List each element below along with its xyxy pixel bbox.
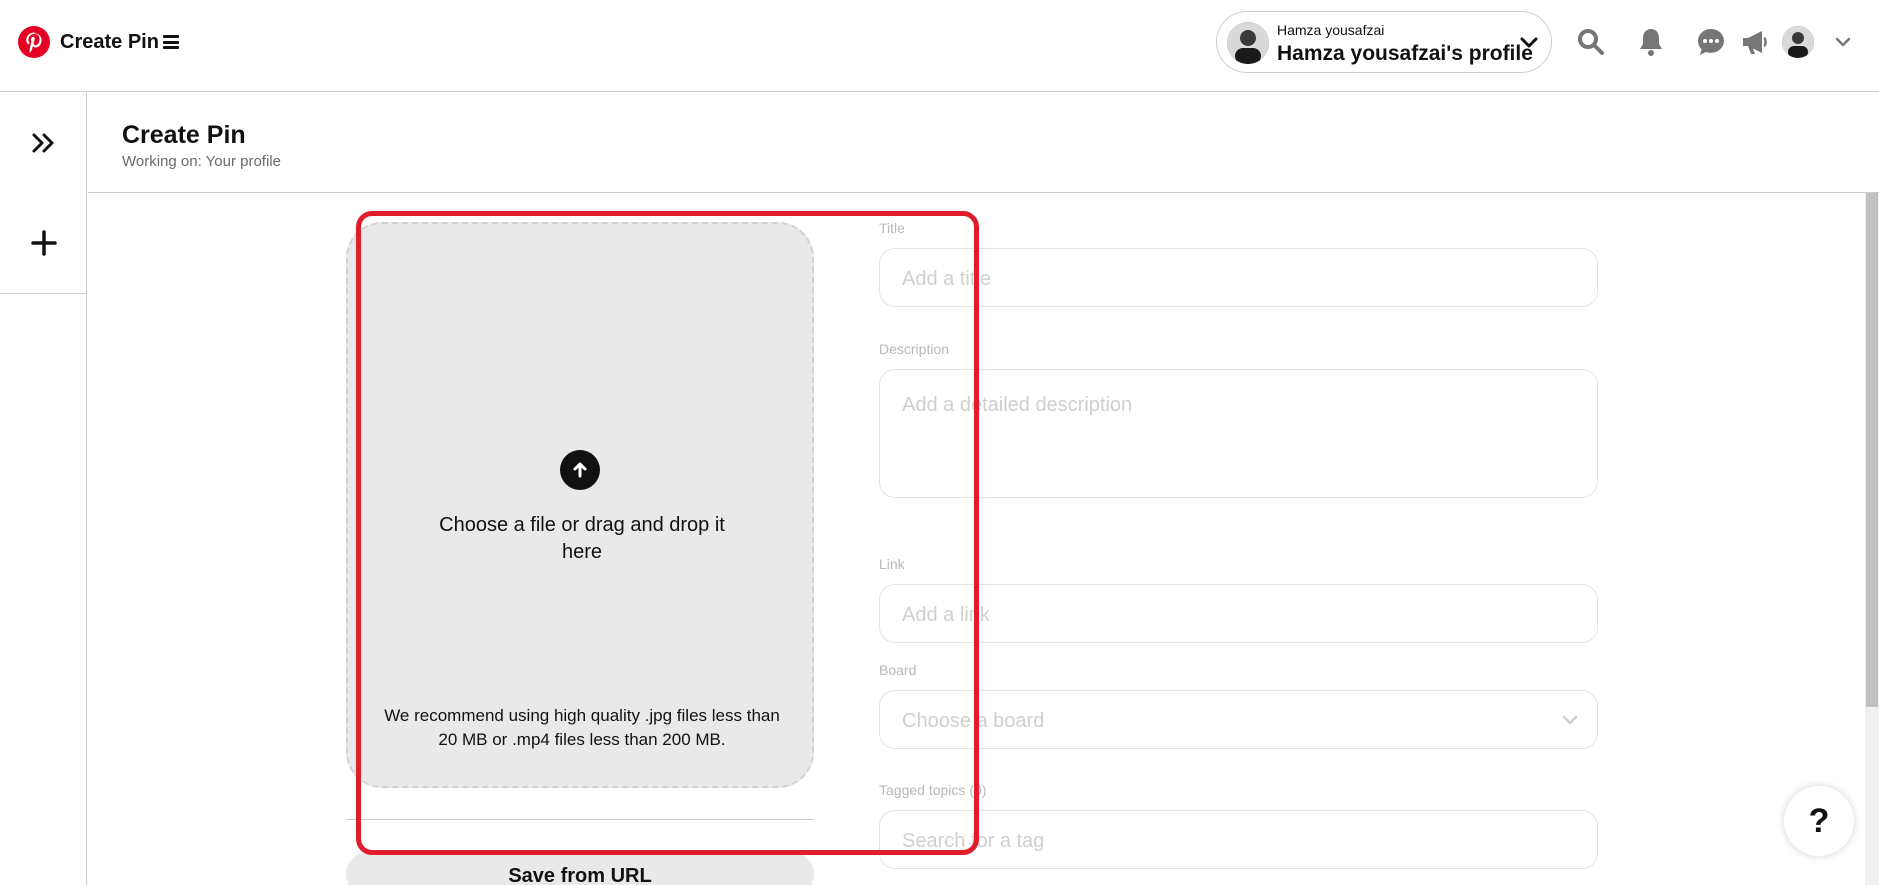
header-title: Create Pin [60,31,159,53]
header-avatar[interactable] [1782,26,1814,58]
title-placeholder: Add a title [902,268,991,290]
scrollbar-thumb[interactable] [1866,193,1878,707]
title-label: Title [879,220,905,236]
link-placeholder: Add a link [902,604,990,626]
upload-recommendation: We recommend using high quality .jpg fil… [384,706,780,749]
create-pin-header: Create Pin Working on: Your profile [88,93,1879,193]
topics-label: Tagged topics (0) [879,782,987,798]
double-chevron-right-icon[interactable] [22,121,66,165]
help-button[interactable]: ? [1784,786,1854,856]
profile-switcher[interactable]: Hamza yousafzai Hamza yousafzai's profil… [1216,11,1552,73]
chat-icon[interactable] [1694,25,1728,59]
rail-divider [0,293,87,294]
board-select[interactable]: Choose a board [879,690,1598,749]
megaphone-icon[interactable] [1738,25,1772,59]
description-input[interactable]: Add a detailed description [879,369,1598,498]
upload-dropzone[interactable]: Choose a file or drag and drop it here W… [346,222,814,788]
upload-instruction: Choose a file or drag and drop it here [439,514,725,563]
avatar [1227,22,1269,64]
link-label: Link [879,556,905,572]
divider [346,819,814,820]
title-input[interactable]: Add a title [879,248,1598,307]
save-from-url-button[interactable]: Save from URL [346,852,814,885]
board-label: Board [879,662,917,678]
upload-arrow-icon [560,450,600,490]
profile-name-big: Hamza yousafzai's profile [1277,42,1533,65]
chevron-down-icon [1561,713,1579,727]
hamburger-menu-icon[interactable] [163,35,179,49]
chevron-down-icon [1519,34,1539,52]
pinterest-logo-icon[interactable] [18,26,50,58]
search-icon[interactable] [1574,25,1608,59]
top-header: Create Pin Hamza yousafzai Hamza yousafz… [0,0,1879,92]
page-subtitle: Working on: Your profile [122,153,281,170]
plus-icon[interactable] [22,221,66,265]
description-label: Description [879,341,950,357]
page-title: Create Pin [122,121,246,149]
link-input[interactable]: Add a link [879,584,1598,643]
chevron-down-icon[interactable] [1834,35,1852,49]
left-rail [0,93,87,885]
board-placeholder: Choose a board [902,710,1045,732]
bell-icon[interactable] [1634,25,1668,59]
description-placeholder: Add a detailed description [902,394,1133,416]
topics-search-input[interactable]: Search for a tag [879,810,1598,869]
topics-placeholder: Search for a tag [902,830,1045,852]
profile-name-small: Hamza yousafzai [1277,22,1385,38]
